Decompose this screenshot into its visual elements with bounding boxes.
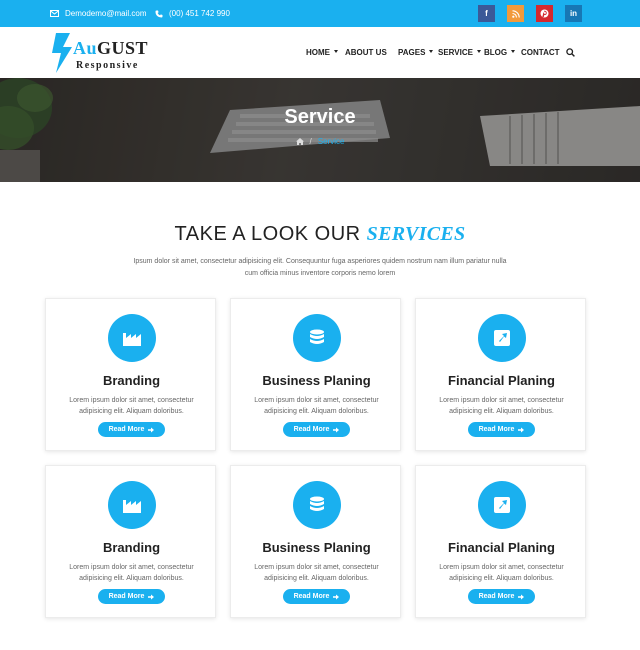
caret-down-icon [429,50,434,53]
button-label: Read More [293,426,330,433]
logo[interactable]: AuGUST Responsive [50,31,160,75]
button-label: Read More [478,593,515,600]
rss-icon [511,9,520,18]
logo-brand-rest: GUST [97,38,149,58]
service-text: Lorem ipsum dolor sit amet, consectetur … [439,564,564,582]
service-text: Lorem ipsum dolor sit amet, consectetur … [439,397,564,415]
section-description: Ipsum dolor sit amet, consectetur adipis… [133,258,507,277]
arrow-right-icon [518,427,525,432]
nav-label: BLOG [484,48,508,57]
service-icon-circle [293,314,341,362]
banner-overlay [0,78,640,182]
phone-text: (00) 451 742 990 [169,9,230,18]
caret-down-icon [511,50,516,53]
search-icon [566,48,575,57]
service-icon-circle [478,481,526,529]
service-title: Business Planing [262,540,371,555]
breadcrumb-current: Service [317,137,345,146]
email-contact[interactable]: Demodemo@mail.com [50,0,146,27]
service-card: Branding Lorem ipsum dolor sit amet, con… [45,465,216,618]
read-more-button[interactable]: Read More [98,589,165,604]
section-title-plain: TAKE A LOOK OUR [174,223,361,245]
nav-label: ABOUT US [345,48,387,57]
nav-label: HOME [306,48,330,57]
nav-item-pages[interactable]: PAGES [398,27,434,78]
page-title: Service [284,106,356,128]
logo-brand: AuGUST [73,38,148,59]
section-title-accent: SERVICES [366,223,466,245]
arrow-right-icon [333,594,340,599]
caret-down-icon [334,50,338,53]
service-text: Lorem ipsum dolor sit amet, consectetur … [254,397,379,415]
service-title: Financial Planing [448,540,555,555]
service-icon-circle [108,481,156,529]
service-card: Branding Lorem ipsum dolor sit amet, con… [45,298,216,451]
service-icon-circle [478,314,526,362]
top-bar: Demodemo@mail.com (00) 451 742 990 f in [0,0,640,27]
service-card: Financial Planing Lorem ipsum dolor sit … [415,465,586,618]
external-link-icon [494,330,510,346]
rss-link[interactable] [507,5,524,22]
logo-tagline: Responsive [76,60,139,71]
database-icon [310,496,324,511]
read-more-button[interactable]: Read More [468,422,535,437]
button-label: Read More [108,593,145,600]
database-icon [310,329,324,344]
factory-icon [123,500,141,513]
read-more-button[interactable]: Read More [283,422,350,437]
caret-down-icon [476,50,481,53]
service-title: Branding [102,373,161,388]
read-more-button[interactable]: Read More [283,589,350,604]
button-label: Read More [293,593,330,600]
nav-item-blog[interactable]: BLOG [484,27,516,78]
site-header: AuGUST Responsive HOME ABOUT US PAGES SE… [0,27,640,78]
logo-brand-accent: Au [73,38,98,58]
service-text: Lorem ipsum dolor sit amet, consectetur … [69,397,194,415]
facebook-icon: f [485,9,488,18]
home-icon[interactable] [295,138,304,145]
arrow-right-icon [333,427,340,432]
service-text: Lorem ipsum dolor sit amet, consectetur … [254,564,379,582]
service-card: Financial Planing Lorem ipsum dolor sit … [415,298,586,451]
service-title: Financial Planing [448,373,555,388]
nav-item-home[interactable]: HOME [306,27,338,78]
factory-icon [123,333,141,346]
linkedin-link[interactable]: in [565,5,582,22]
service-card: Business Planing Lorem ipsum dolor sit a… [230,465,401,618]
phone-contact[interactable]: (00) 451 742 990 [155,0,230,27]
arrow-right-icon [148,594,155,599]
nav-item-about-us[interactable]: ABOUT US [345,27,387,78]
arrow-right-icon [148,427,155,432]
button-label: Read More [108,426,145,433]
external-link-icon [494,497,510,513]
email-text: Demodemo@mail.com [65,9,147,18]
breadcrumb: / Service [0,137,640,146]
search-button[interactable] [566,27,575,78]
read-more-button[interactable]: Read More [98,422,165,437]
service-card: Business Planing Lorem ipsum dolor sit a… [230,298,401,451]
nav-label: PAGES [398,48,426,57]
nav-item-service[interactable]: SERVICE [438,27,481,78]
facebook-link[interactable]: f [478,5,495,22]
nav-label: CONTACT [521,48,560,57]
envelope-icon [50,10,59,17]
button-label: Read More [478,426,515,433]
nav-label: SERVICE [438,48,473,57]
nav-item-contact[interactable]: CONTACT [521,27,560,78]
service-icon-circle [108,314,156,362]
read-more-button[interactable]: Read More [468,589,535,604]
linkedin-icon: in [569,9,578,18]
pinterest-icon [540,9,549,18]
service-title: Business Planing [262,373,371,388]
phone-icon [155,10,163,17]
pinterest-link[interactable] [536,5,553,22]
section-title: TAKE A LOOK OUR SERVICES [0,223,640,246]
page-banner [0,78,640,182]
service-title: Branding [102,540,161,555]
breadcrumb-separator: / [309,137,312,146]
service-text: Lorem ipsum dolor sit amet, consectetur … [69,564,194,582]
service-icon-circle [293,481,341,529]
arrow-right-icon [518,594,525,599]
